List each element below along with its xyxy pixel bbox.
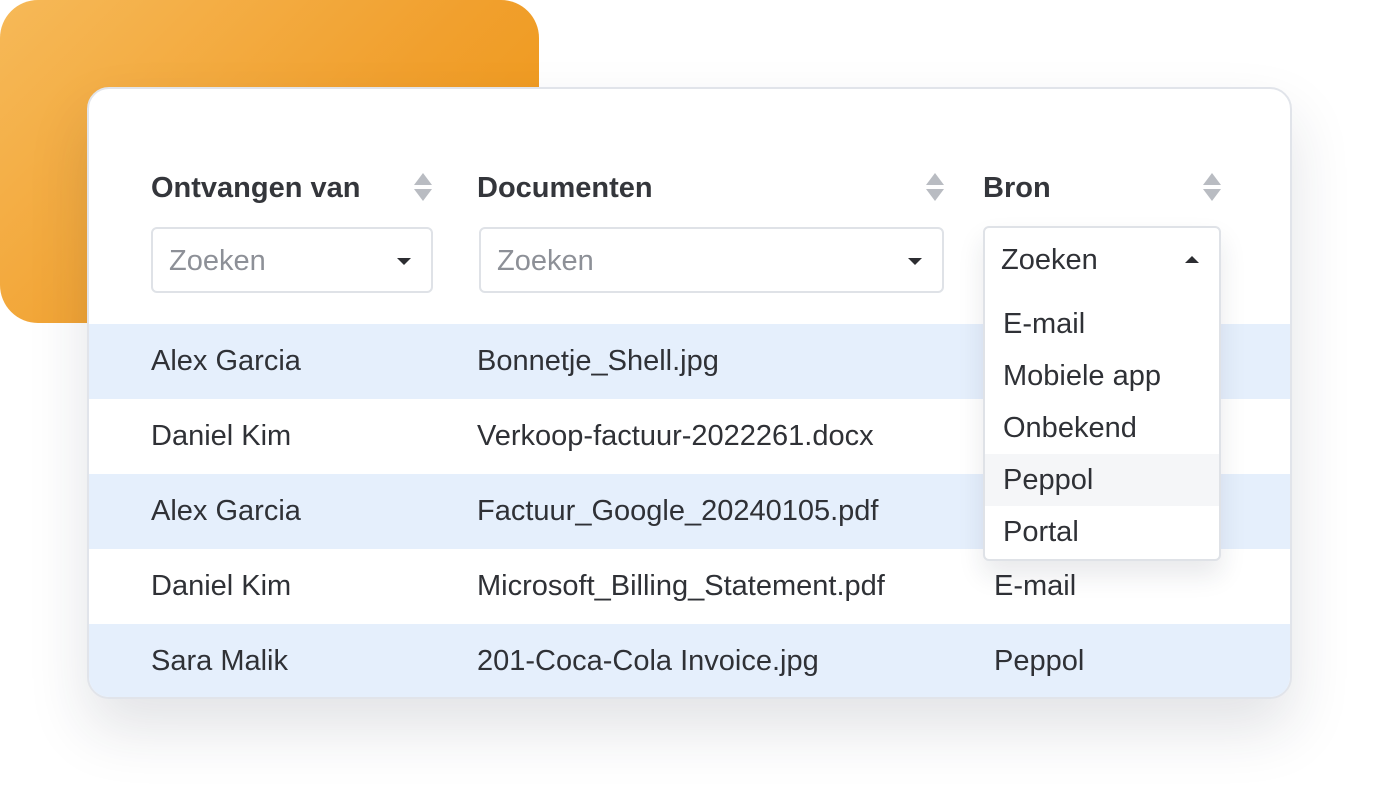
cell-document[interactable]: Factuur_Google_20240105.pdf [477, 474, 878, 549]
table-row[interactable]: Sara Malik 201-Coca-Cola Invoice.jpg Pep… [89, 624, 1290, 697]
cell-source: Peppol [994, 645, 1085, 677]
cell-document[interactable]: Bonnetje_Shell.jpg [477, 324, 719, 399]
documents-table-card: Ontvangen van Documenten Bron Alex Garci… [87, 87, 1292, 699]
cell-from: Alex Garcia [151, 345, 301, 377]
column-header-source[interactable]: Bron [983, 171, 1051, 205]
dropdown-option-unknown[interactable]: Onbekend [985, 402, 1219, 454]
filter-documents[interactable] [479, 227, 944, 293]
dropdown-option-peppol[interactable]: Peppol [985, 454, 1219, 506]
cell-from: Alex Garcia [151, 495, 301, 527]
cell-document[interactable]: 201-Coca-Cola Invoice.jpg [477, 624, 819, 697]
dropdown-option-portal[interactable]: Portal [985, 506, 1219, 558]
cell-from: Daniel Kim [151, 570, 292, 602]
cell-from: Daniel Kim [151, 420, 292, 452]
filter-from[interactable] [151, 227, 433, 293]
chevron-up-icon[interactable] [1185, 256, 1199, 263]
source-filter-value[interactable]: Zoeken [1001, 242, 1098, 278]
dropdown-option-email[interactable]: E-mail [985, 298, 1219, 350]
search-input-from[interactable] [169, 241, 377, 281]
sort-icon[interactable] [414, 173, 432, 203]
cell-document[interactable]: Verkoop-factuur-2022261.docx [477, 399, 874, 474]
search-input-documents[interactable] [497, 241, 888, 281]
column-header-from[interactable]: Ontvangen van [151, 171, 361, 205]
sort-icon[interactable] [1203, 173, 1221, 203]
cell-document[interactable]: Microsoft_Billing_Statement.pdf [477, 549, 885, 624]
column-header-documents[interactable]: Documenten [477, 171, 653, 205]
dropdown-option-mobile-app[interactable]: Mobiele app [985, 350, 1219, 402]
chevron-down-icon[interactable] [397, 258, 411, 265]
sort-icon[interactable] [926, 173, 944, 203]
cell-from: Sara Malik [151, 645, 288, 677]
source-filter-dropdown[interactable]: Zoeken E-mail Mobiele app Onbekend Peppo… [983, 226, 1221, 561]
chevron-down-icon[interactable] [908, 258, 922, 265]
